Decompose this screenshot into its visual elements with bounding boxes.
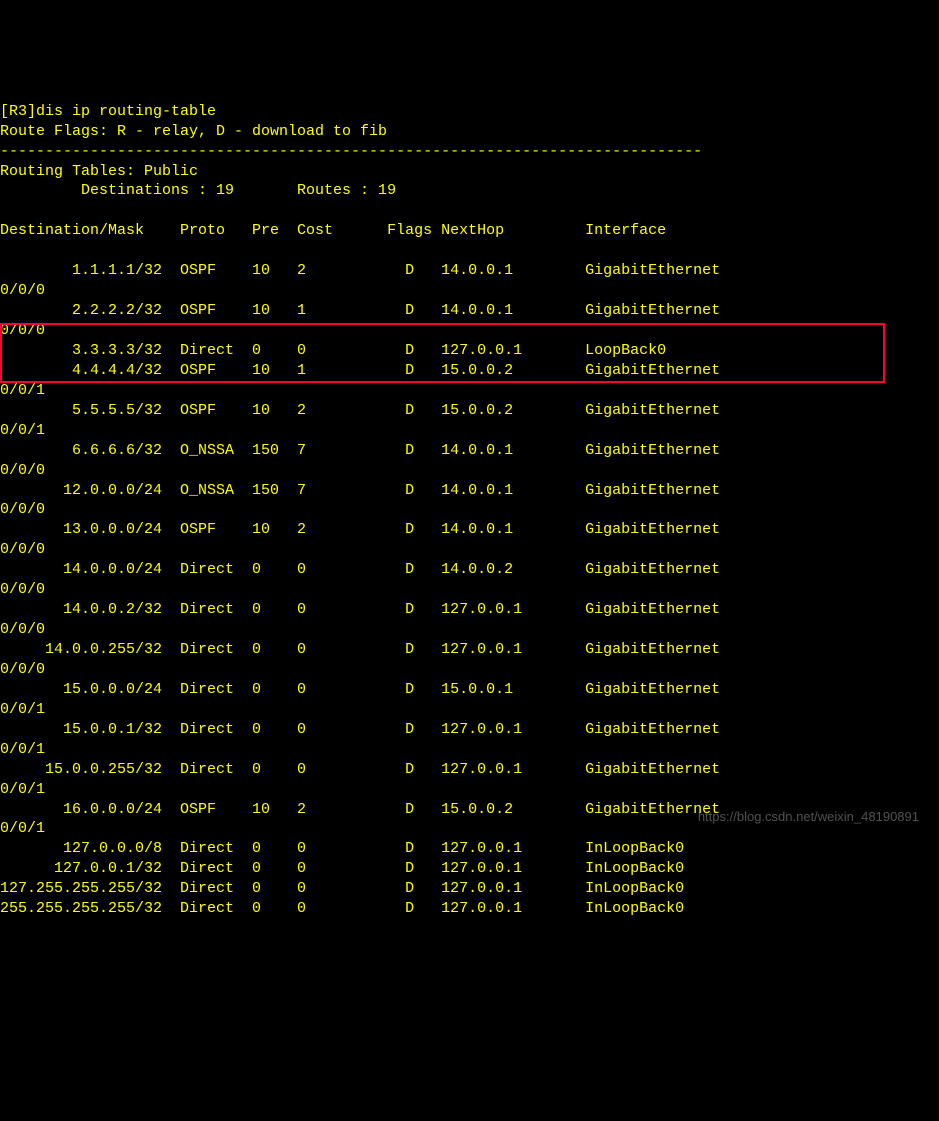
command-line: [R3]dis ip routing-table (0, 103, 216, 120)
table-header: Destination/Mask Proto Pre Cost Flags Ne… (0, 222, 666, 239)
table-title: Routing Tables: Public (0, 163, 198, 180)
summary-line: Destinations : 19 Routes : 19 (0, 182, 396, 199)
watermark-text: https://blog.csdn.net/weixin_48190891 (698, 808, 919, 825)
route-flags-legend: Route Flags: R - relay, D - download to … (0, 123, 387, 140)
divider-line: ----------------------------------------… (0, 143, 702, 160)
